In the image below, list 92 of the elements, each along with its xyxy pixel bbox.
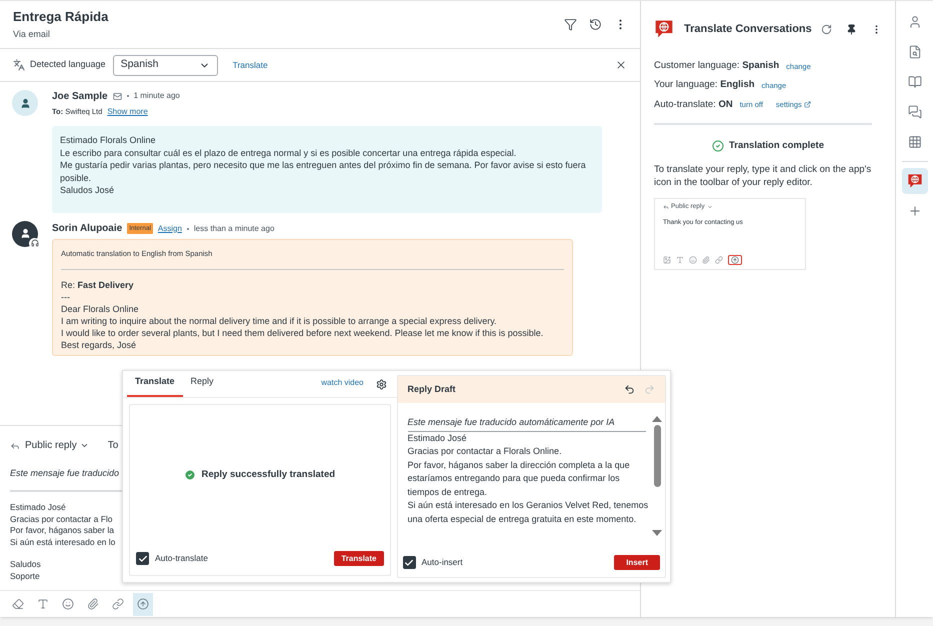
status-text: Reply successfully translated [201,468,336,482]
reply-text-line: Por favor, háganos saber la [10,525,114,536]
text-format-icon [37,598,49,610]
message-line: Me gustaría pedir varias plantas, pero necesito que me las entreguen antes del próximo fin de semana. Por favor avise si esto fuera posible. [60,159,587,184]
detected-language-label: Detected language [30,58,106,72]
message-line: Le escribo para consultar cuál es el plazo de entrega normal y si es posible concertar una entrega rápida especial. [60,146,518,159]
chat-icon [908,105,922,119]
message-line: Dear Florals Online [61,302,140,314]
author-name: Joe Sample [52,90,108,104]
reply-arrow-icon [663,204,669,210]
to-label: To [108,439,118,453]
text-format-icon [676,256,684,264]
hint-text: To translate your reply, type it and click on the app's icon in the toolbar of your reply editor. [654,163,872,189]
status-text: Translation complete [728,138,824,153]
message-line: Estimado Florals Online [60,134,157,146]
translate-button[interactable]: Translate [334,551,384,566]
user-icon [20,98,30,108]
show-more-link[interactable]: Show more [107,106,148,118]
message-line: --- [61,290,71,302]
translate-link[interactable]: Translate [232,58,268,72]
close-icon[interactable] [615,59,627,71]
app-logo-icon [906,173,922,189]
document-search-icon [908,45,922,59]
emoji-icon [62,598,74,610]
refresh-icon[interactable] [821,24,832,34]
check-circle-icon [184,469,196,481]
filter-icon[interactable] [564,18,577,31]
plus-icon [908,204,922,218]
setting-text: Auto-translate: ON [654,98,733,112]
paperclip-icon [702,256,710,264]
reply-text-line: Estimado José [10,502,66,514]
checkbox-label: Auto-translate [155,552,208,565]
message-time: less than a minute ago [194,222,274,234]
emoji-icon [689,256,697,264]
email-icon [112,92,122,100]
checkbox-label: Auto-insert [422,556,463,569]
paperclip-icon [87,598,99,610]
eraser-icon [12,598,24,610]
reply-text-line: Gracias por contactar a Flo [10,514,113,525]
reply-arrow-icon [10,440,20,450]
arrow-circle-button[interactable] [133,592,153,616]
draft-text-line: Por favor, háganos saber la dirección completa a la que estaríamos entregando para que pueda confirmar los tiempos de entrega. [408,458,631,499]
message-time: 1 minute ago [134,90,180,102]
chevron-down-icon [80,441,89,450]
assign-link[interactable]: Assign [158,222,182,234]
check-circle-icon [712,140,724,152]
author-name: Sorin Alupoaie [52,222,122,236]
draft-text-line: Si aún está interesado en los Geranios Velvet Red, tenemos una oferta especial de entrega gratuita en este momento. [408,499,650,526]
app-rail-button[interactable] [902,168,928,194]
undo-icon[interactable] [624,384,635,395]
language-select[interactable]: Spanish [112,54,218,76]
link-icon [112,598,124,610]
watch-video-link[interactable]: watch video [321,377,364,389]
reply-text-line: Soporte [10,570,40,582]
message-line: Saludos José [60,184,116,196]
message-line: I would like to order several plants, but I need them delivered before next weekend. Please let me know if this is possible. [61,326,544,338]
settings-icon[interactable] [376,379,386,390]
pin-icon[interactable] [846,24,857,34]
arrow-circle-icon [137,598,149,610]
message-line: Re: Fast Delivery [61,278,135,290]
link-icon [715,256,723,264]
popup-tab[interactable]: Reply [182,374,222,397]
insert-button[interactable]: Insert [614,555,660,570]
conversation-channel: Via email [13,28,51,41]
translation-notice: Este mensaje fue traducido [10,468,120,478]
grid-icon [908,135,922,149]
highlighted-app-icon [728,255,742,265]
history-icon[interactable] [589,18,602,31]
message-line: I am writing to inquire about the normal delivery time and if it is possible to arrange a special express delivery. [61,314,498,326]
external-link-icon [804,101,811,108]
setting-text: Your language: English [654,78,755,92]
book-icon [908,75,922,89]
message-line: Best regards, José [61,338,138,350]
reply-text-line: Si aún está interesado en lo [10,536,116,548]
conversation-title: Entrega Rápida [13,8,110,26]
reply-text-line: Saludos [10,559,41,570]
auto-translate-checkbox[interactable] [136,552,149,565]
draft-text-line: Estimado José [408,432,468,444]
translation-notice: Este mensaje fue traducido automáticamente por IA [408,416,646,432]
app-logo-icon [654,19,674,39]
popup-tab[interactable]: Translate [127,374,183,397]
chevron-down-icon [706,204,713,210]
image-icon [663,256,671,264]
user-icon [20,228,30,239]
reply-draft-title: Reply Draft [408,382,457,396]
user-icon [908,15,922,29]
draft-text-line: Gracias por contactar a Florals Online. [408,445,563,458]
auto-insert-checkbox[interactable] [402,556,416,569]
reply-type-select[interactable]: Public reply [25,438,89,453]
app-title: Translate Conversations [684,22,813,37]
setting-text: Customer language: Spanish [654,59,780,73]
language-icon [13,59,25,71]
